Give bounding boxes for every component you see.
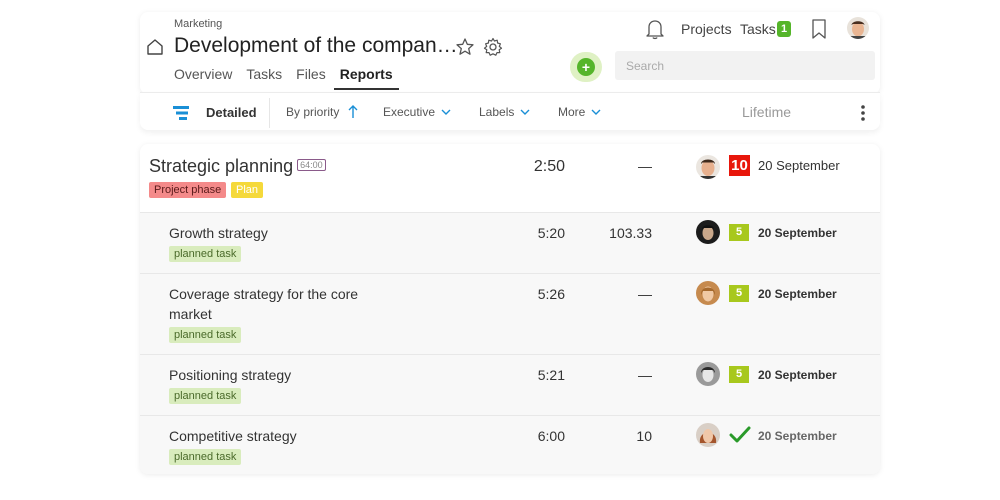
sort-label: By priority	[286, 105, 340, 119]
bookmark-icon[interactable]	[811, 18, 827, 40]
value-cell: 103.33	[609, 225, 652, 241]
search-input[interactable]	[615, 51, 875, 80]
tasks-link[interactable]: Tasks	[740, 21, 776, 37]
avatar[interactable]	[696, 155, 720, 179]
gear-icon[interactable]	[483, 37, 503, 57]
time-spent: 6:00	[537, 428, 565, 444]
tag-planned-task[interactable]: planned task	[169, 449, 242, 465]
chevron-down-icon	[591, 109, 601, 115]
time-spent: 5:26	[537, 286, 565, 302]
projects-link[interactable]: Projects	[681, 21, 732, 37]
report-toolbar: Detailed By priority Executive Labels Mo…	[140, 92, 880, 130]
tag-plan[interactable]: Plan	[231, 182, 264, 198]
priority-badge: 5	[729, 224, 749, 241]
report-list: Strategic planning 64:00 Project phase Pl…	[140, 144, 880, 474]
value-cell: —	[638, 286, 652, 302]
tasks-count-badge: 1	[777, 21, 792, 37]
page-title: Development of the compan…	[174, 34, 458, 57]
avatar[interactable]	[696, 220, 720, 244]
tag-planned-task[interactable]: planned task	[169, 246, 242, 262]
toolbar-divider	[269, 98, 270, 128]
labels-label: Labels	[479, 105, 515, 119]
tag-project-phase[interactable]: Project phase	[149, 182, 227, 198]
add-button[interactable]: +	[570, 52, 602, 82]
task-name[interactable]: Strategic planning 64:00	[149, 156, 326, 177]
task-name-line: Coverage strategy for the core	[169, 286, 359, 302]
chevron-down-icon	[520, 109, 530, 115]
time-spent: 5:21	[537, 367, 565, 383]
check-icon	[729, 426, 751, 443]
labels-filter[interactable]: Labels	[479, 93, 530, 131]
kebab-menu-icon[interactable]	[860, 104, 866, 122]
view-detailed[interactable]: Detailed	[206, 93, 257, 131]
more-filter[interactable]: More	[558, 93, 601, 131]
bell-icon[interactable]	[645, 18, 665, 40]
user-avatar[interactable]	[847, 17, 869, 39]
star-icon[interactable]	[455, 37, 475, 57]
value-cell: —	[638, 158, 652, 174]
task-name[interactable]: Growth strategy	[169, 223, 268, 243]
due-date[interactable]: 20 September	[758, 287, 837, 301]
priority-badge: 5	[729, 285, 749, 302]
project-tabs: Overview Tasks Files Reports	[174, 66, 413, 90]
task-name[interactable]: Competitive strategy	[169, 426, 297, 446]
table-row[interactable]: Growth strategy planned task 5:20 103.33…	[140, 213, 880, 274]
executive-filter[interactable]: Executive	[383, 93, 451, 131]
due-date[interactable]: 20 September	[758, 368, 837, 382]
task-name-line: market	[169, 306, 212, 322]
stacked-list-icon[interactable]	[172, 104, 190, 122]
executive-label: Executive	[383, 105, 436, 119]
due-date[interactable]: 20 September	[758, 226, 837, 240]
value-cell: —	[638, 367, 652, 383]
sort-arrow-up-icon	[348, 105, 358, 118]
table-row[interactable]: Positioning strategy planned task 5:21 —…	[140, 355, 880, 416]
avatar[interactable]	[696, 362, 720, 386]
due-date[interactable]: 20 September	[758, 158, 840, 173]
tab-files[interactable]: Files	[296, 66, 326, 90]
home-icon[interactable]	[146, 38, 164, 56]
tab-tasks[interactable]: Tasks	[246, 66, 282, 90]
tab-overview[interactable]: Overview	[174, 66, 232, 90]
time-spent: 5:20	[537, 225, 565, 241]
due-date[interactable]: 20 September	[758, 429, 837, 443]
more-label: More	[558, 105, 586, 119]
tag-planned-task[interactable]: planned task	[169, 327, 242, 343]
task-name[interactable]: Positioning strategy	[169, 365, 291, 385]
task-title: Strategic planning	[149, 156, 294, 176]
chevron-down-icon	[441, 109, 451, 115]
estimate-badge: 64:00	[297, 159, 326, 172]
project-header: Marketing Development of the compan… Ove…	[140, 12, 880, 94]
tab-reports[interactable]: Reports	[333, 66, 399, 90]
avatar[interactable]	[696, 423, 720, 447]
priority-badge: 5	[729, 366, 749, 383]
table-row[interactable]: Strategic planning 64:00 Project phase Pl…	[140, 144, 880, 213]
breadcrumb[interactable]: Marketing	[174, 18, 222, 30]
period-selector[interactable]: Lifetime	[742, 93, 791, 131]
avatar[interactable]	[696, 281, 720, 305]
value-cell: 10	[636, 428, 652, 444]
table-row[interactable]: Coverage strategy for the core market pl…	[140, 274, 880, 355]
time-spent: 2:50	[533, 158, 565, 175]
tag-planned-task[interactable]: planned task	[169, 388, 242, 404]
sort-by-priority[interactable]: By priority	[286, 93, 358, 131]
table-row[interactable]: Competitive strategy planned task 6:00 1…	[140, 416, 880, 474]
plus-icon: +	[577, 58, 595, 76]
priority-badge: 10	[729, 155, 750, 176]
task-name[interactable]: Coverage strategy for the core market	[169, 284, 358, 324]
